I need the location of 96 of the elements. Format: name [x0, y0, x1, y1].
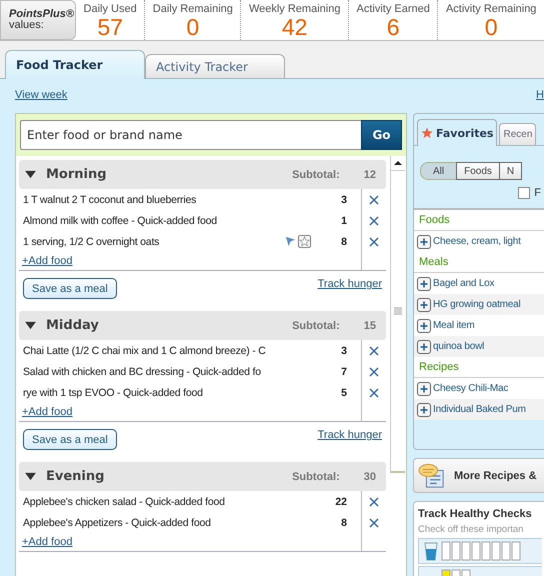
food-name: 1 serving, 1/2 C overnight oats [22, 236, 160, 248]
collapse-triangle-icon[interactable] [25, 170, 36, 179]
stat-label: Weekly Remaining [248, 3, 340, 15]
subtotal-label: Subtotal: [292, 470, 340, 482]
subtotal-label: Subtotal: [292, 320, 340, 332]
meal-header[interactable]: Midday Subtotal: 15 [19, 311, 386, 340]
add-food-link[interactable]: +Add food [19, 406, 72, 418]
scrollbar[interactable] [390, 156, 405, 473]
healthy-checks-hint: Check off these importan [418, 524, 524, 535]
collapse-triangle-icon[interactable] [25, 472, 36, 481]
header-link[interactable]: H [536, 89, 544, 105]
checkbox[interactable] [518, 187, 530, 199]
remove-icon[interactable] [369, 194, 379, 204]
stat-value: 6 [386, 15, 400, 39]
stat-label: Activity Earned [356, 3, 430, 15]
food-points: 8 [340, 516, 347, 528]
healthy-check-row-drawing[interactable] [418, 566, 542, 576]
add-food-link[interactable]: +Add food [19, 536, 72, 548]
subtotal-value: 30 [364, 470, 376, 482]
food-points: 7 [340, 366, 347, 378]
add-icon[interactable] [417, 318, 431, 332]
scroll-grip-icon[interactable] [393, 306, 403, 316]
add-food-link[interactable]: +Add food [19, 255, 72, 267]
remove-icon[interactable] [369, 216, 379, 226]
remove-icon[interactable] [369, 236, 379, 246]
subtotal-value: 15 [364, 320, 376, 332]
filter-button[interactable]: All [420, 162, 458, 180]
save-meal-button[interactable]: Save as a meal [23, 278, 117, 299]
more-recipes-text: More Recipes & [454, 470, 537, 482]
stat-value: 0 [484, 15, 498, 39]
food-name: Salad with chicken and BC dressing - Quick-added fo [22, 366, 262, 378]
favorites-tab[interactable]: Recen [499, 123, 536, 145]
favorite-item[interactable]: Meal item [433, 320, 475, 331]
group-heading: Foods [419, 214, 450, 226]
food-name: Applebee's chicken salad - Quick-added food [22, 496, 226, 508]
meal-name: Midday [46, 318, 100, 333]
filter-button[interactable]: N [498, 162, 522, 180]
food-points: 3 [340, 344, 347, 356]
tracker-tab[interactable]: Food Tracker [5, 50, 145, 79]
track-hunger-link[interactable]: Track hunger [318, 278, 382, 290]
speech-document-icon [418, 462, 446, 488]
favorite-item[interactable]: Bagel and Lox [433, 278, 494, 289]
add-icon[interactable] [417, 276, 431, 290]
favorites-tab[interactable]: Favorites [417, 119, 498, 146]
filter-button[interactable]: Foods [456, 162, 500, 180]
meal-name: Evening [46, 469, 106, 484]
points-suffix: values: [9, 20, 45, 31]
stat-label: Daily Used [84, 3, 137, 15]
favorite-item[interactable]: Cheese, cream, light [433, 236, 521, 247]
view-week-link[interactable]: View week [15, 89, 68, 105]
stat-label: Activity Remaining [446, 3, 536, 15]
stat-value: 42 [282, 15, 308, 39]
stat-label: Daily Remaining [152, 3, 233, 15]
add-icon[interactable] [417, 234, 431, 248]
track-hunger-link[interactable]: Track hunger [318, 429, 382, 441]
star-icon[interactable] [298, 235, 311, 248]
meal-header[interactable]: Morning Subtotal: 12 [19, 160, 386, 189]
remove-icon[interactable] [369, 518, 379, 528]
save-meal-button[interactable]: Save as a meal [23, 429, 117, 450]
food-points: 5 [340, 386, 347, 398]
star-icon [421, 127, 433, 139]
food-name: Chai Latte (1/2 C chai mix and 1 C almond breeze) - C [22, 344, 267, 356]
add-icon[interactable] [417, 298, 431, 312]
subtotal-label: Subtotal: [292, 168, 340, 180]
food-name: Almond milk with coffee - Quick-added food [22, 214, 218, 226]
remove-icon[interactable] [369, 346, 379, 356]
remove-icon[interactable] [369, 496, 379, 506]
checkbox-label: F [534, 187, 541, 199]
search-field[interactable]: Enter food or brand name [20, 120, 361, 150]
tracker-tab[interactable]: Activity Tracker [145, 54, 285, 78]
food-name: rye with 1 tsp EVOO - Quick-added food [22, 386, 204, 398]
meal-name: Morning [46, 167, 108, 182]
stat-value: 57 [97, 15, 123, 39]
group-heading: Recipes [419, 361, 459, 373]
subtotal-value: 12 [364, 168, 376, 180]
add-icon[interactable] [417, 340, 431, 354]
points-brand: PointsPlus® [9, 9, 75, 20]
food-points: 8 [340, 236, 347, 248]
food-points: 3 [340, 194, 347, 206]
add-icon[interactable] [417, 382, 431, 396]
healthy-checks-title: Track Healthy Checks [418, 508, 533, 520]
food-points: 22 [334, 496, 347, 508]
water-tracker-drawing[interactable] [418, 538, 542, 564]
remove-icon[interactable] [369, 388, 379, 398]
food-name: Applebee's Appetizers - Quick-added food [22, 516, 212, 528]
remove-icon[interactable] [369, 366, 379, 376]
food-points: 1 [340, 214, 347, 226]
go-button[interactable]: Go [361, 120, 402, 150]
stat-value: 0 [186, 15, 200, 39]
meal-header[interactable]: Evening Subtotal: 30 [19, 462, 386, 491]
group-heading: Meals [419, 256, 448, 268]
favorite-item[interactable]: Cheesy Chili-Mac [433, 383, 508, 394]
more-recipes-panel[interactable]: More Recipes & [413, 458, 544, 493]
food-name: 1 T walnut 2 T coconut and blueberries [22, 194, 198, 206]
collapse-triangle-icon[interactable] [25, 321, 36, 330]
add-icon[interactable] [417, 402, 431, 416]
